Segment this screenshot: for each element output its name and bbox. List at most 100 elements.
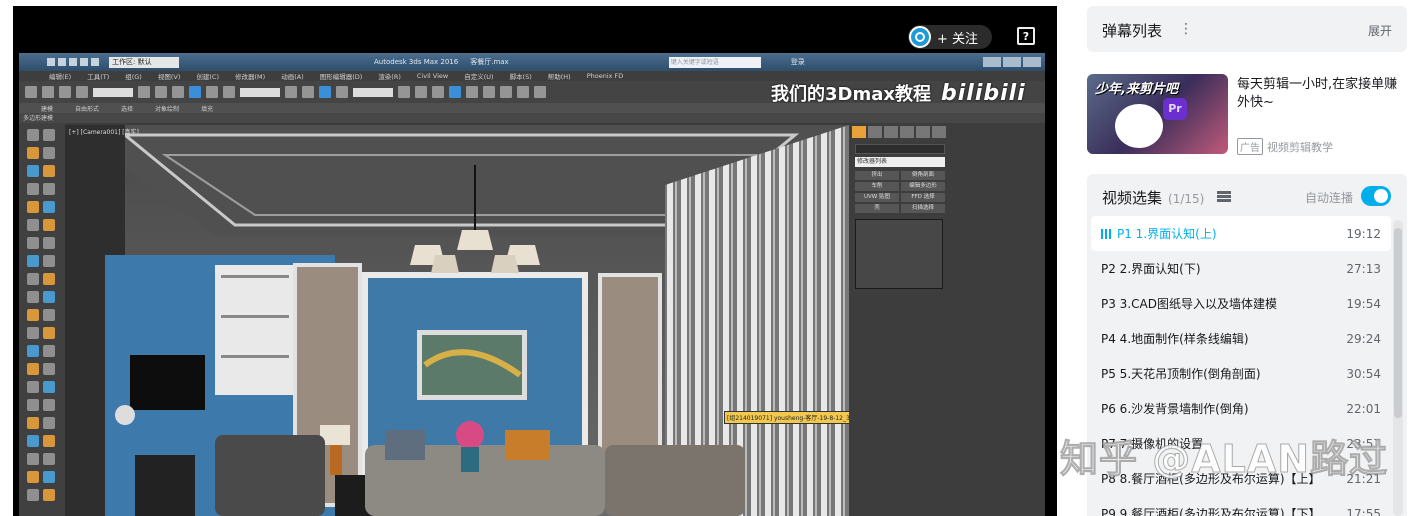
hierarchy-tab-icon[interactable] (884, 126, 898, 138)
tool-icon[interactable] (43, 183, 55, 195)
collection-scrollbar[interactable] (1393, 220, 1403, 516)
episode-item[interactable]: P2 2.界面认知(下) 27:13 (1091, 251, 1391, 286)
unlink-icon[interactable] (76, 86, 88, 98)
menu-modifiers[interactable]: 修改器(M) (235, 71, 265, 81)
tool-icon[interactable] (43, 273, 55, 285)
percent-snap-icon[interactable] (336, 86, 348, 98)
selection-filter-dropdown[interactable] (93, 87, 133, 97)
tool-icon[interactable] (27, 273, 39, 285)
tool-icon[interactable] (27, 237, 39, 249)
tool-icon[interactable] (43, 219, 55, 231)
lathe-button[interactable]: 车削 (855, 182, 899, 191)
menu-help[interactable]: 帮助(H) (548, 71, 571, 81)
tool-icon[interactable] (27, 435, 39, 447)
tool-icon[interactable] (43, 237, 55, 249)
menu-tools[interactable]: 工具(T) (87, 71, 109, 81)
ad-thumbnail[interactable]: 少年,来剪片吧 Pr (1087, 74, 1228, 154)
layer-icon[interactable] (432, 86, 444, 98)
tool-icon[interactable] (43, 399, 55, 411)
modify-tab-icon[interactable] (868, 126, 882, 138)
tool-icon[interactable] (43, 417, 55, 429)
rotate-icon[interactable] (206, 86, 218, 98)
render-frame-icon[interactable] (517, 86, 529, 98)
help-icon[interactable]: ? (1017, 27, 1035, 45)
tool-icon[interactable] (27, 129, 39, 141)
menu-group[interactable]: 组(G) (125, 71, 142, 81)
menu-graph-editors[interactable]: 图形编辑器(D) (320, 71, 363, 81)
tool-icon[interactable] (43, 201, 55, 213)
danmaku-list-header[interactable]: 弹幕列表 ⋮ 展开 (1087, 6, 1407, 52)
ribbon-tab-selection[interactable]: 选择 (121, 104, 133, 113)
reference-coord-dropdown[interactable] (240, 87, 280, 97)
video-player[interactable]: + 关注 ? 工作区: 默认 Autodesk 3ds Max 2016 客餐厅… (13, 6, 1057, 516)
link-icon[interactable] (59, 86, 71, 98)
more-options-icon[interactable]: ⋮ (1179, 21, 1193, 37)
tool-icon[interactable] (43, 435, 55, 447)
extrude-button[interactable]: 挤出 (855, 171, 899, 180)
tool-icon[interactable] (43, 471, 55, 483)
menu-customize[interactable]: 自定义(U) (464, 71, 493, 81)
episode-item[interactable]: P3 3.CAD图纸导入以及墙体建模 19:54 (1091, 286, 1391, 321)
ad-card[interactable]: 少年,来剪片吧 Pr 每天剪辑一小时,在家接单赚外快~ 广告 视频剪辑教学 (1087, 74, 1407, 156)
schematic-icon[interactable] (466, 86, 478, 98)
mirror-icon[interactable] (398, 86, 410, 98)
menu-create[interactable]: 创建(C) (196, 71, 219, 81)
tool-icon[interactable] (27, 219, 39, 231)
display-tab-icon[interactable] (916, 126, 930, 138)
tool-icon[interactable] (43, 363, 55, 375)
max-login-button[interactable]: 登录 (791, 57, 805, 67)
window-controls[interactable] (983, 57, 1041, 67)
tool-icon[interactable] (43, 165, 55, 177)
shell-button[interactable]: 壳 (855, 204, 899, 213)
ribbon-polygon-modeling[interactable]: 多边形建模 (19, 113, 1045, 123)
edit-poly-button[interactable]: 编辑多边形 (901, 182, 945, 191)
pivot-icon[interactable] (285, 86, 297, 98)
tool-icon[interactable] (43, 327, 55, 339)
tool-icon[interactable] (27, 255, 39, 267)
episode-item[interactable]: P4 4.地面制作(样条线编辑) 29:24 (1091, 321, 1391, 356)
follow-button[interactable]: + 关注 (908, 25, 992, 49)
ribbon-tab-object-paint[interactable]: 对象绘制 (155, 104, 179, 113)
align-icon[interactable] (415, 86, 427, 98)
scale-icon[interactable] (223, 86, 235, 98)
material-editor-icon[interactable] (483, 86, 495, 98)
menu-phoenix[interactable]: Phoenix FD (587, 72, 624, 80)
tool-icon[interactable] (43, 309, 55, 321)
move-icon[interactable] (189, 86, 201, 98)
tool-icon[interactable] (27, 201, 39, 213)
tool-icon[interactable] (43, 489, 55, 501)
ribbon-tab-populate[interactable]: 填充 (201, 104, 213, 113)
menu-rendering[interactable]: 渲染(R) (378, 71, 401, 81)
ribbon-tab-modeling[interactable]: 建模 (41, 104, 53, 113)
named-selection-dropdown[interactable] (353, 87, 393, 97)
max-search-input[interactable]: 键入关键字或短语 (668, 56, 761, 68)
rect-select-icon[interactable] (172, 86, 184, 98)
menu-edit[interactable]: 编辑(E) (49, 71, 71, 81)
tool-icon[interactable] (27, 147, 39, 159)
menu-scripting[interactable]: 脚本(S) (510, 71, 532, 81)
tool-icon[interactable] (27, 345, 39, 357)
tool-icon[interactable] (43, 129, 55, 141)
tool-icon[interactable] (43, 381, 55, 393)
tool-icon[interactable] (27, 453, 39, 465)
tool-icon[interactable] (27, 291, 39, 303)
tool-icon[interactable] (43, 345, 55, 357)
menu-views[interactable]: 视图(V) (158, 71, 181, 81)
tool-icon[interactable] (27, 309, 39, 321)
motion-tab-icon[interactable] (900, 126, 914, 138)
scrollbar-thumb[interactable] (1394, 228, 1402, 418)
tool-icon[interactable] (43, 255, 55, 267)
workspace-dropdown[interactable]: 工作区: 默认 (109, 56, 179, 68)
menu-animation[interactable]: 动画(A) (281, 71, 304, 81)
episode-item[interactable]: P9 9.餐厅酒柜(多边形及布尔运算)【下】 17:55 (1091, 496, 1391, 516)
tool-icon[interactable] (27, 471, 39, 483)
redo-icon[interactable] (42, 86, 54, 98)
episode-item[interactable]: P6 6.沙发背景墙制作(倒角) 22:01 (1091, 391, 1391, 426)
ffd-select-button[interactable]: FFD 选择 (901, 193, 945, 202)
angle-snap-icon[interactable] (319, 86, 331, 98)
curve-editor-icon[interactable] (449, 86, 461, 98)
tool-icon[interactable] (27, 399, 39, 411)
tool-icon[interactable] (27, 327, 39, 339)
modifier-stack[interactable] (855, 219, 943, 289)
render-icon[interactable] (534, 86, 546, 98)
